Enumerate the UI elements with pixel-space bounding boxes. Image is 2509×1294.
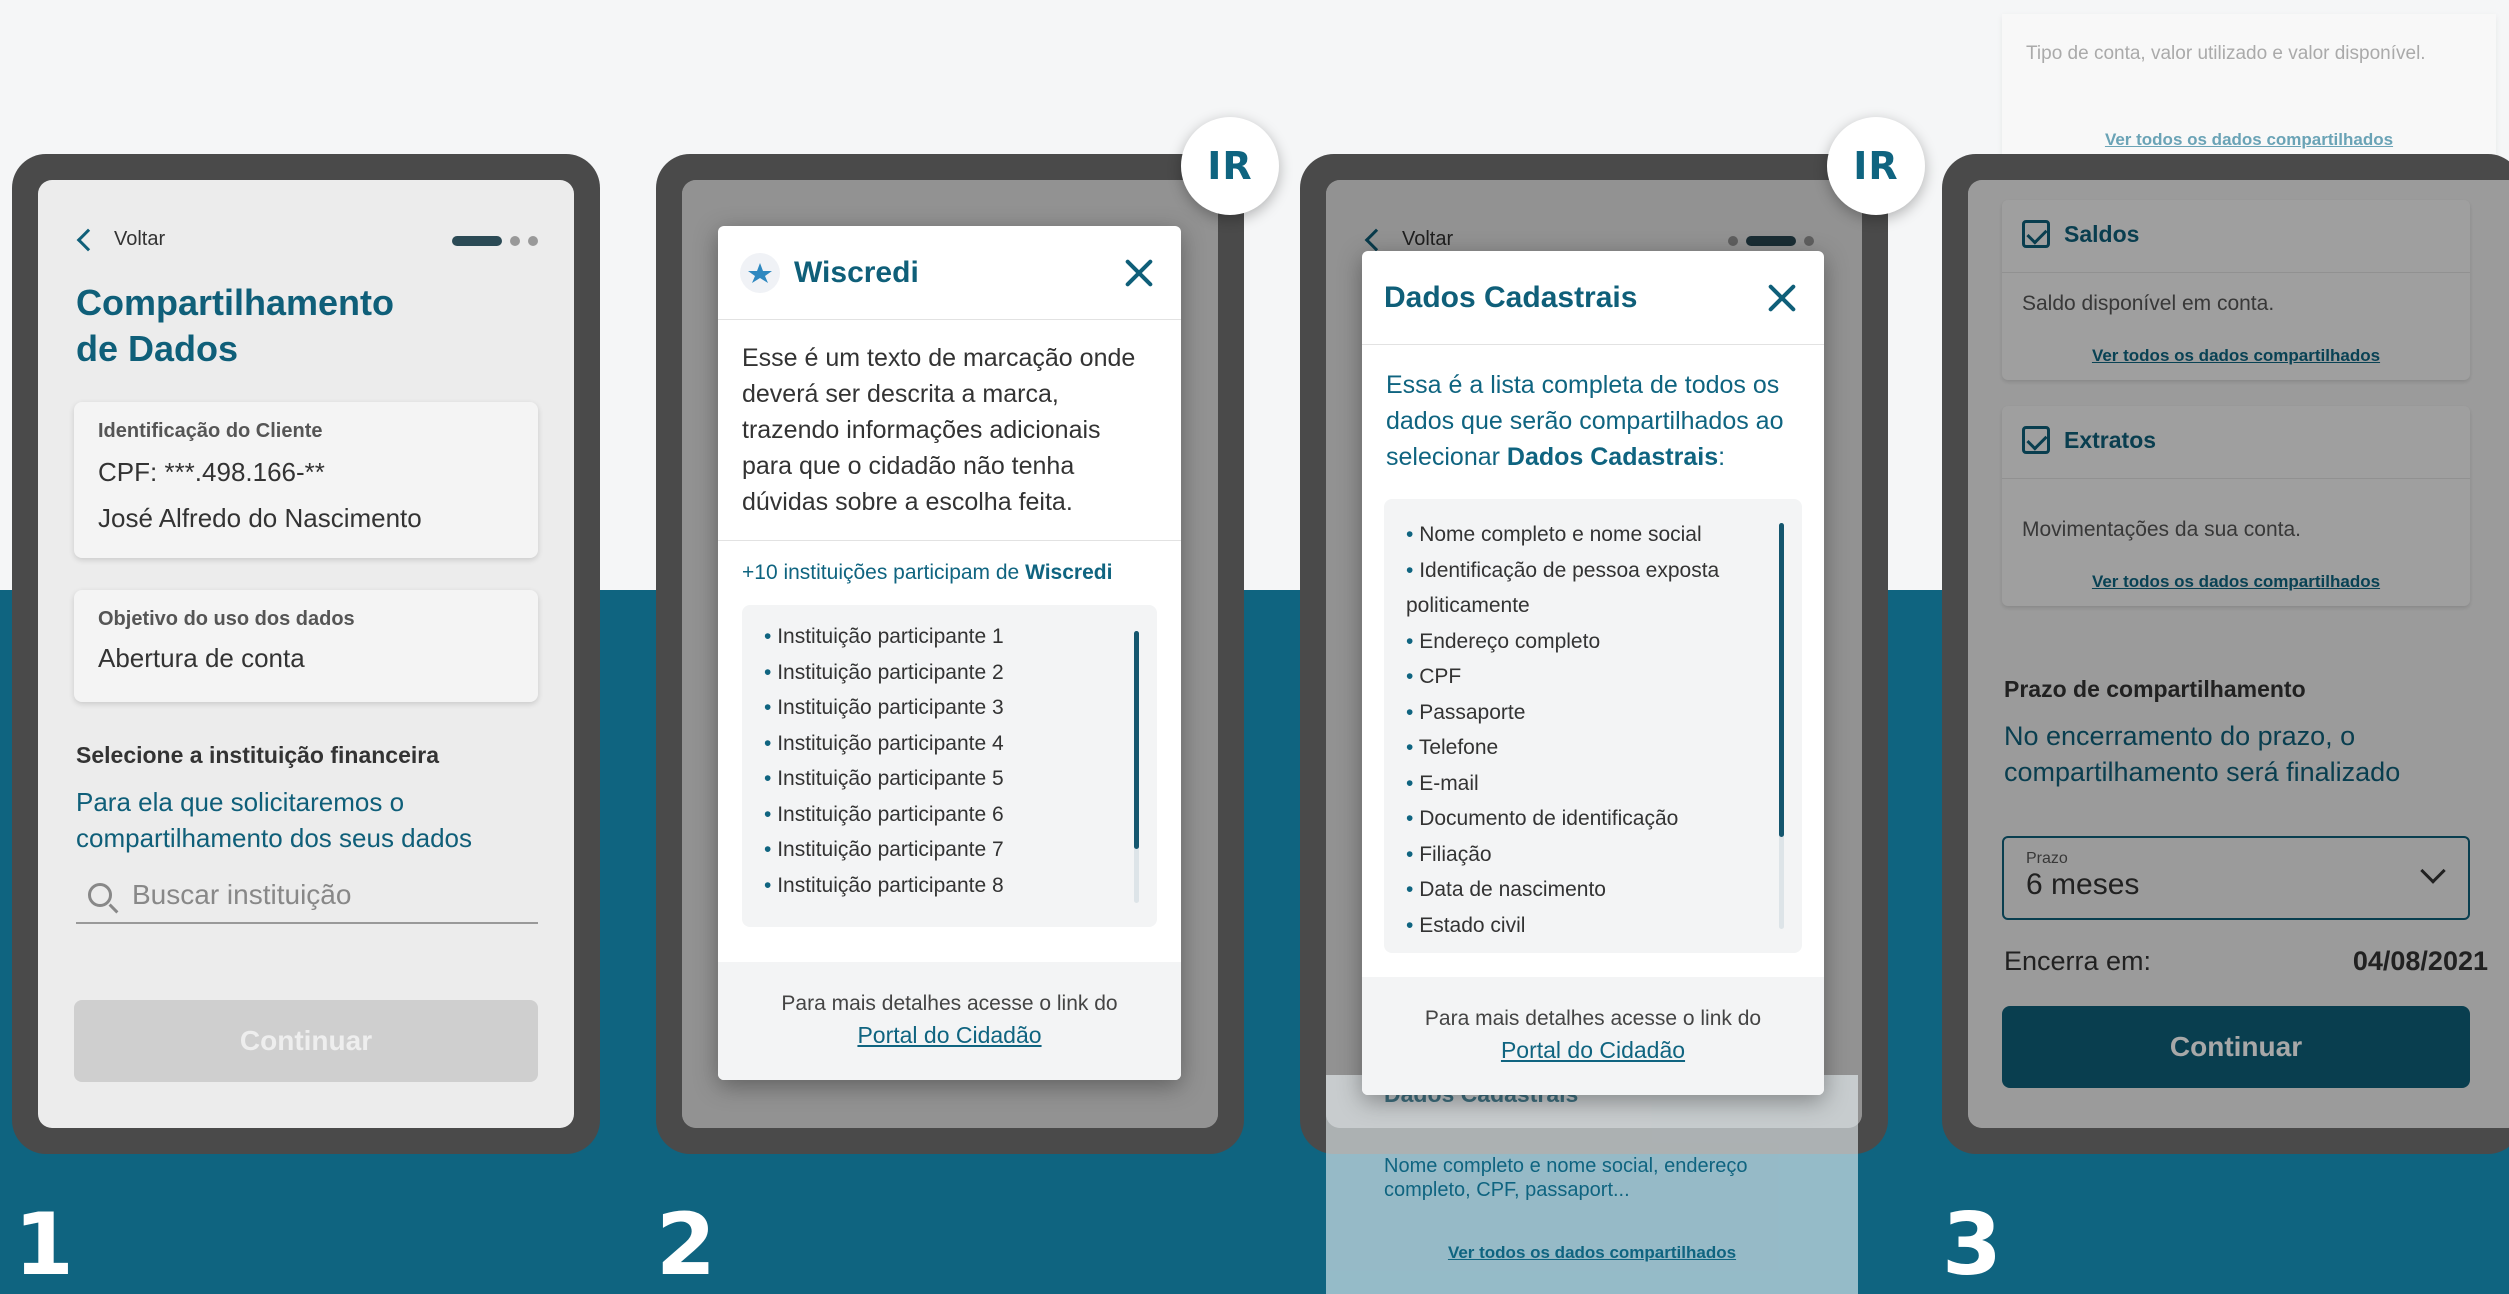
account-card-desc: Tipo de conta, valor utilizado e valor d… [2026, 43, 2426, 64]
data-modal: Dados Cadastrais Essa é a lista completa… [1362, 251, 1824, 1095]
modal-footer: Para mais detalhes acesse o link do Port… [718, 962, 1181, 1080]
list-item: Telefone [1406, 730, 1780, 766]
modal-header: Wiscredi [718, 226, 1181, 320]
data-list[interactable]: Nome completo e nome socialIdentificação… [1384, 499, 1802, 953]
purpose-label: Objetivo do uso dos dados [98, 608, 355, 630]
portal-link[interactable]: Portal do Cidadão [718, 1022, 1181, 1049]
behind-card-desc: Nome completo e nome social, endereço co… [1384, 1155, 1748, 1201]
search-input[interactable]: Buscar instituição [76, 868, 538, 924]
overlay [1968, 180, 2509, 1128]
list-item: Instituição participante 7 [764, 832, 1135, 868]
step-number-3: 3 [1942, 1195, 2002, 1294]
modal-description: Essa é a lista completa de todos os dado… [1362, 345, 1824, 499]
phone-frame-1: Voltar Compartilhamento de Dados Identif… [12, 154, 600, 1154]
institution-label: Selecione a instituição financeira [76, 742, 440, 768]
step-indicator-active [452, 236, 502, 246]
purpose-value: Abertura de conta [98, 643, 305, 673]
search-placeholder: Buscar instituição [132, 879, 352, 910]
chevron-left-icon [76, 228, 100, 251]
list-item: Filiação [1406, 837, 1780, 873]
behind-card-link[interactable]: Ver todos os dados compartilhados [1326, 1243, 1858, 1263]
step-number-1: 1 [14, 1195, 74, 1294]
account-card-top: Tipo de conta, valor utilizado e valor d… [2002, 14, 2496, 164]
back-label: Voltar [114, 228, 166, 250]
list-item: Instituição participante 8 [764, 868, 1135, 904]
client-name: José Alfredo do Nascimento [98, 503, 422, 533]
screen-4: Saldos Saldo disponível em conta. Ver to… [1968, 180, 2509, 1128]
screen-1: Voltar Compartilhamento de Dados Identif… [38, 180, 574, 1128]
behind-card: Dados Cadastrais Nome completo e nome so… [1326, 1075, 1858, 1294]
modal-title: Dados Cadastrais [1384, 280, 1638, 314]
purpose-card: Objetivo do uso dos dados Abertura de co… [74, 590, 538, 702]
client-label: Identificação do Cliente [98, 420, 323, 442]
page-title-line1: Compartilhamento [76, 282, 395, 323]
footer-text: Para mais detalhes acesse o link do [1424, 1007, 1762, 1030]
portal-link[interactable]: Portal do Cidadão [1362, 1037, 1824, 1064]
step-number-2: 2 [656, 1195, 716, 1294]
list-item: Endereço completo [1406, 624, 1780, 660]
scrollbar-thumb[interactable] [1779, 523, 1784, 837]
list-item: Estado civil [1406, 908, 1780, 944]
modal-footer: Para mais detalhes acesse o link do Port… [1362, 977, 1824, 1095]
search-icon [88, 883, 112, 907]
modal-title: Wiscredi [794, 255, 919, 289]
institution-text: Para ela que solicitaremos o compartilha… [76, 787, 473, 853]
list-item: Documento de identificação [1406, 801, 1780, 837]
footer-text: Para mais detalhes acesse o link do [781, 992, 1118, 1015]
list-item: E-mail [1406, 766, 1780, 802]
ir-badge: IR [1181, 117, 1279, 215]
modal-description: Esse é um texto de marcação onde deverá … [742, 344, 1136, 516]
scrollbar-thumb[interactable] [1134, 631, 1139, 849]
star-logo-icon [740, 252, 780, 293]
client-cpf: CPF: ***.498.166-** [98, 457, 325, 487]
data-list-items: Nome completo e nome socialIdentificação… [1406, 517, 1780, 943]
step-indicator-dot [528, 236, 538, 246]
institution-list[interactable]: Instituição participante 1Instituição pa… [742, 605, 1157, 927]
step-indicator-dot [510, 236, 520, 246]
participants-count: +10 instituições participam de Wiscredi [718, 541, 1181, 585]
participants-prefix: +10 instituições participam de [742, 561, 1026, 584]
list-item: Instituição participante 4 [764, 726, 1135, 762]
list-item: Instituição participante 1 [764, 619, 1135, 655]
close-icon[interactable] [1119, 253, 1159, 293]
account-card-link[interactable]: Ver todos os dados compartilhados [2002, 130, 2496, 150]
list-item: Instituição participante 2 [764, 655, 1135, 691]
continue-button[interactable]: Continuar [74, 1000, 538, 1082]
list-item: Instituição participante 3 [764, 690, 1135, 726]
list-item: Passaporte [1406, 695, 1780, 731]
step-indicator [452, 236, 538, 246]
modal-desc-suffix: : [1718, 443, 1726, 471]
page-title: Compartilhamento de Dados [76, 280, 394, 372]
list-item: CPF [1406, 659, 1780, 695]
client-card: Identificação do Cliente CPF: ***.498.16… [74, 402, 538, 558]
list-item: Instituição participante 6 [764, 797, 1135, 833]
institution-modal: Wiscredi Esse é um texto de marcação ond… [718, 226, 1181, 1080]
modal-header: Dados Cadastrais [1362, 251, 1824, 345]
scrollbar[interactable] [1779, 523, 1784, 929]
list-item: Identificação de pessoa exposta politica… [1406, 553, 1780, 624]
institution-list-items: Instituição participante 1Instituição pa… [764, 619, 1135, 903]
list-item: Instituição participante 5 [764, 761, 1135, 797]
page-title-line2: de Dados [76, 328, 239, 369]
phone-frame-4: Saldos Saldo disponível em conta. Ver to… [1942, 154, 2509, 1154]
modal-desc-bold: Dados Cadastrais [1506, 443, 1719, 471]
participants-brand: Wiscredi [1025, 561, 1113, 584]
close-icon[interactable] [1762, 278, 1802, 318]
list-item: Nome completo e nome social [1406, 517, 1780, 553]
ir-badge: IR [1827, 117, 1925, 215]
list-item: Data de nascimento [1406, 872, 1780, 908]
back-button[interactable]: Voltar [76, 228, 165, 251]
scrollbar[interactable] [1134, 631, 1139, 903]
